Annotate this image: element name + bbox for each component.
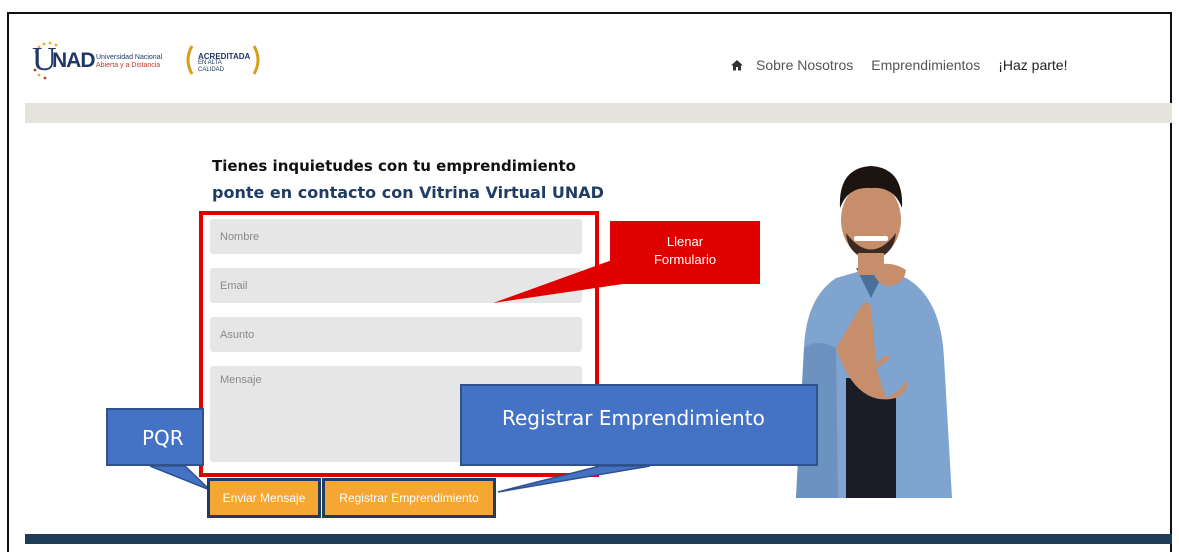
top-nav: Sobre Nosotros Emprendimientos ¡Haz part…	[730, 55, 1067, 75]
accreditation-subtitle: EN ALTA CALIDAD	[198, 60, 225, 73]
banner-stripe	[25, 103, 1172, 123]
llenar-callout-line2: Formulario	[653, 252, 717, 267]
nav-emprendimientos[interactable]: Emprendimientos	[871, 57, 980, 73]
home-icon[interactable]	[730, 58, 744, 72]
logo-university-line1: Universidad Nacional	[96, 54, 163, 61]
llenar-formulario-callout: Llenar Formulario	[610, 221, 760, 284]
footer-bar	[25, 534, 1172, 544]
asunto-field[interactable]	[210, 317, 582, 352]
pqr-callout: PQR	[106, 408, 204, 466]
llenar-callout-line1: Llenar	[666, 234, 704, 249]
logo-university-line2: Abierta y a Distancia	[96, 62, 161, 69]
registrar-emprendimiento-button[interactable]: Registrar Emprendimiento	[322, 478, 496, 518]
logo-letters-nad: NAD	[52, 49, 95, 72]
nombre-field[interactable]	[210, 219, 582, 254]
contact-heading: Tienes inquietudes con tu emprendimiento	[212, 157, 576, 175]
registrar-emprendimiento-callout: Registrar Emprendimiento	[460, 384, 818, 466]
email-field[interactable]	[210, 268, 582, 303]
contact-subheading: ponte en contacto con Vitrina Virtual UN…	[212, 183, 604, 202]
enviar-mensaje-button[interactable]: Enviar Mensaje	[207, 478, 321, 518]
nav-sobre-nosotros[interactable]: Sobre Nosotros	[756, 57, 853, 73]
nav-haz-parte[interactable]: ¡Haz parte!	[998, 57, 1067, 73]
